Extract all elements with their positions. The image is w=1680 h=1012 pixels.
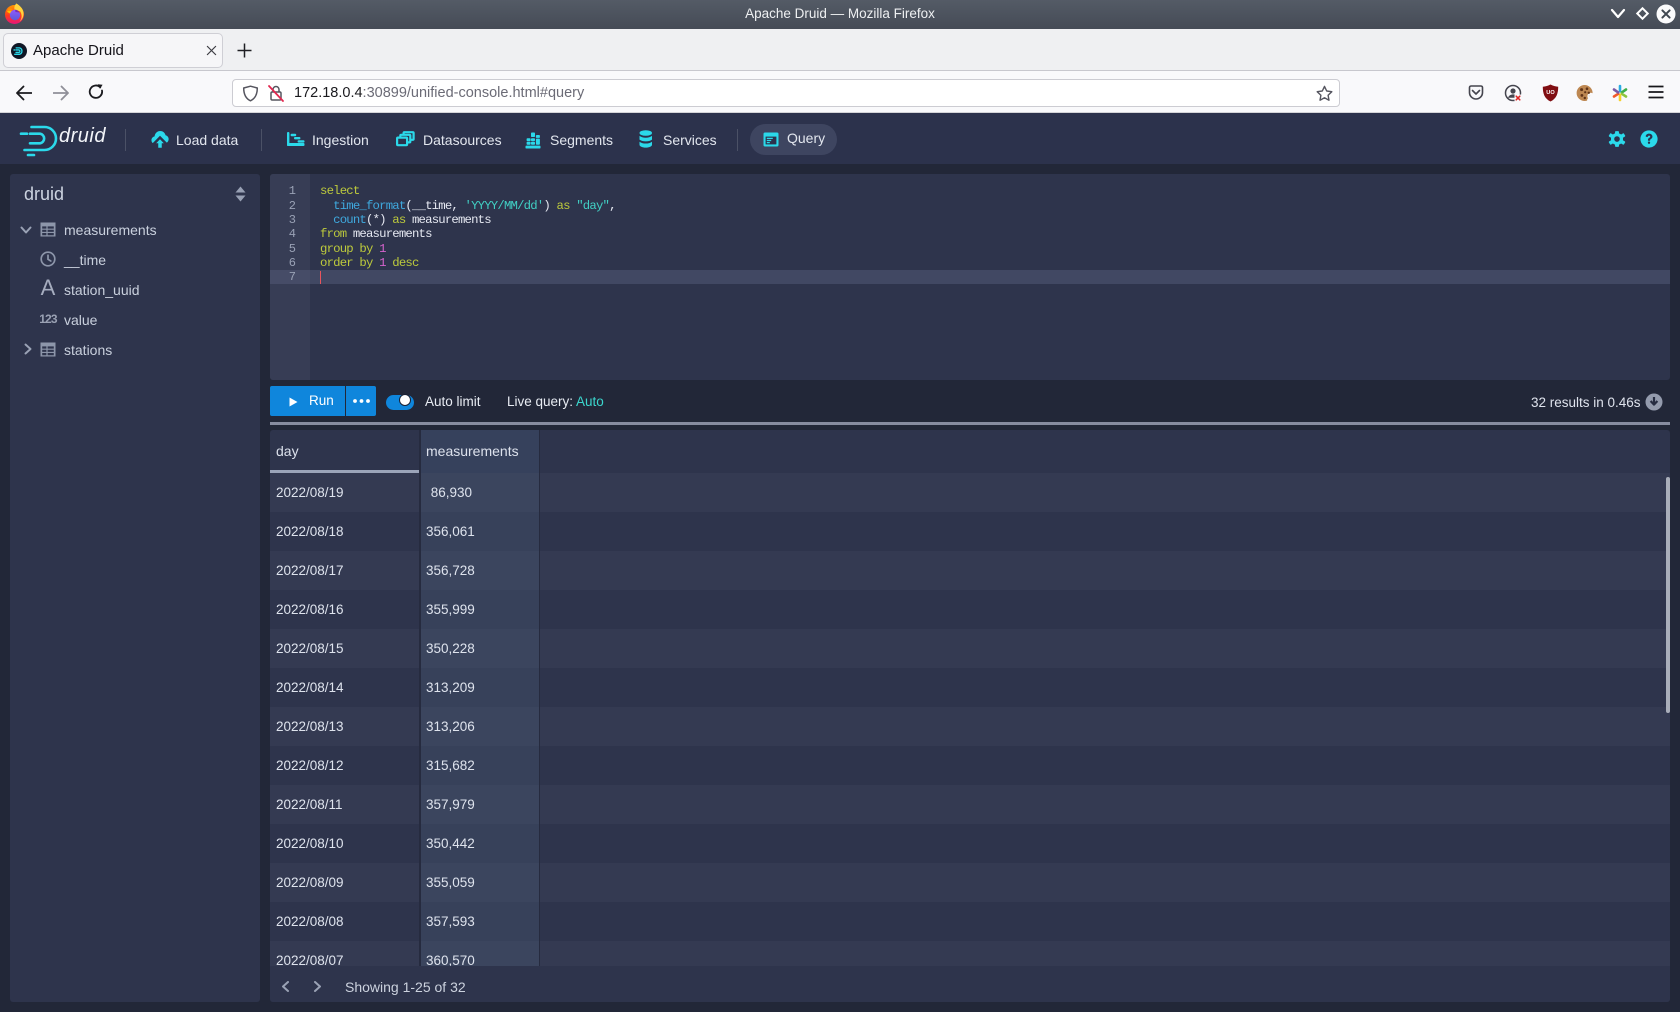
svg-text:UO: UO: [1546, 90, 1555, 96]
